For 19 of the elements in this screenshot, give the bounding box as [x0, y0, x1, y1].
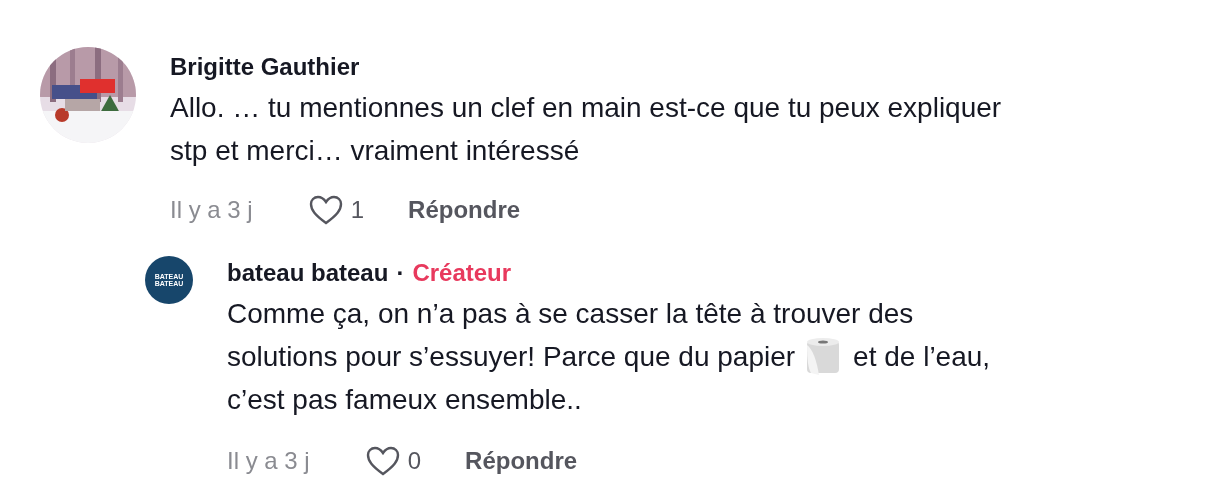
- comment-text: solutions pour s’essuyer! Parce que du papier: [227, 340, 796, 374]
- comment-text: Comme ça, on n’a pas à se casser la tête à trouver des: [227, 297, 914, 331]
- like-button[interactable]: 1: [308, 192, 365, 228]
- like-button[interactable]: 0: [365, 443, 422, 479]
- comment-text: c’est pas fameux ensemble..: [227, 383, 582, 417]
- author-name[interactable]: Brigitte Gauthier: [170, 52, 360, 82]
- reply-button[interactable]: Répondre: [408, 192, 521, 228]
- comment-text: Allo. … tu mentionnes un clef en main est-ce que tu peux expliquer: [170, 91, 1002, 125]
- comment-text: stp et merci… vraiment intéressé: [170, 134, 580, 168]
- like-count: 1: [350, 195, 365, 225]
- timestamp: Il y a 3 j: [170, 195, 253, 225]
- comment-text: et de l’eau,: [853, 340, 991, 374]
- author-name[interactable]: bateau bateau: [227, 258, 389, 288]
- reply-button[interactable]: Répondre: [465, 443, 578, 479]
- toilet-paper-icon: [805, 336, 842, 377]
- creator-label: Créateur: [412, 258, 512, 288]
- separator-dot: ·: [396, 258, 405, 288]
- like-count: 0: [407, 446, 422, 476]
- timestamp: Il y a 3 j: [227, 446, 310, 476]
